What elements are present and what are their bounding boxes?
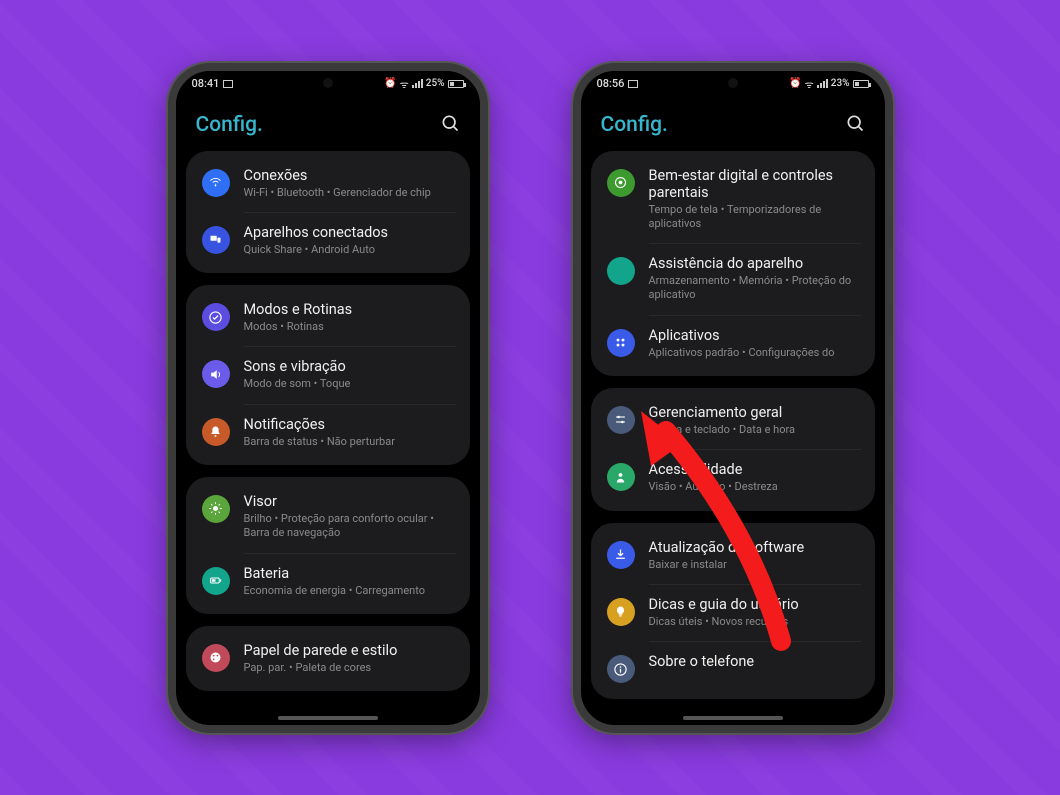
settings-item-subtitle: Idioma e teclado • Data e hora — [649, 423, 859, 437]
settings-item-title: Sobre o telefone — [649, 653, 859, 670]
settings-item-atualizacao[interactable]: Atualização de software Baixar e instalar — [591, 527, 875, 584]
settings-item-bateria[interactable]: Bateria Economia de energia • Carregament… — [186, 553, 470, 610]
settings-item-subtitle: Baixar e instalar — [649, 558, 859, 572]
settings-item-acessibilidade[interactable]: Acessibilidade Visão • Audição • Destreza — [591, 449, 875, 506]
settings-item-subtitle: Modos • Rotinas — [244, 320, 454, 334]
check-icon — [202, 303, 230, 331]
camera-hole — [728, 78, 738, 88]
devices-icon — [202, 226, 230, 254]
screenshot-icon — [223, 80, 233, 88]
settings-group: Atualização de software Baixar e instalar… — [591, 523, 875, 700]
settings-item-papel-parede[interactable]: Papel de parede e estilo Pap. par. • Pale… — [186, 630, 470, 687]
settings-group: Conexões Wi-Fi • Bluetooth • Gerenciador … — [186, 151, 470, 274]
download-icon — [607, 541, 635, 569]
settings-item-subtitle: Tempo de tela • Temporizadores de aplica… — [649, 203, 859, 232]
status-time: 08:41 — [192, 77, 220, 90]
settings-item-subtitle: Quick Share • Android Auto — [244, 243, 454, 257]
settings-group: Papel de parede e estilo Pap. par. • Pale… — [186, 626, 470, 691]
settings-header: Config. — [176, 95, 480, 151]
settings-item-subtitle: Armazenamento • Memória • Proteção do ap… — [649, 274, 859, 303]
page-title: Config. — [196, 113, 263, 137]
camera-hole — [323, 78, 333, 88]
battery-icon — [202, 567, 230, 595]
bell-icon — [202, 418, 230, 446]
apps-icon — [607, 329, 635, 357]
info-icon — [607, 655, 635, 683]
settings-item-visor[interactable]: Visor Brilho • Proteção para conforto ocu… — [186, 481, 470, 553]
settings-item-subtitle: Brilho • Proteção para conforto ocular •… — [244, 512, 454, 541]
settings-item-modos-rotinas[interactable]: Modos e Rotinas Modos • Rotinas — [186, 289, 470, 346]
settings-item-title: Modos e Rotinas — [244, 301, 454, 318]
phone-right: 08:56 ⏰ ᯤ 23% Config. Bem-estar digital … — [573, 63, 893, 733]
battery-pct: 25% — [426, 78, 445, 89]
settings-list[interactable]: Bem-estar digital e controles parentaisT… — [581, 151, 885, 720]
settings-item-title: Aplicativos — [649, 327, 859, 344]
page-title: Config. — [601, 113, 668, 137]
settings-item-subtitle: Wi-Fi • Bluetooth • Gerenciador de chip — [244, 186, 454, 200]
settings-group: Bem-estar digital e controles parentaisT… — [591, 151, 875, 376]
settings-group: Gerenciamento geral Idioma e teclado • Da… — [591, 388, 875, 511]
battery-icon — [448, 80, 464, 88]
settings-list[interactable]: Conexões Wi-Fi • Bluetooth • Gerenciador … — [176, 151, 480, 712]
settings-item-subtitle: Visão • Audição • Destreza — [649, 480, 859, 494]
sound-icon — [202, 360, 230, 388]
settings-item-title: Visor — [244, 493, 454, 510]
settings-item-title: Assistência do aparelho — [649, 255, 859, 272]
sliders-icon — [607, 406, 635, 434]
phone-left: 08:41 ⏰ ᯤ 25% Config. Conexões Wi-Fi • Bl… — [168, 63, 488, 733]
bulb-icon — [607, 598, 635, 626]
search-button[interactable] — [845, 113, 865, 137]
settings-item-title: Aparelhos conectados — [244, 224, 454, 241]
settings-item-subtitle: Barra de status • Não perturbar — [244, 435, 454, 449]
battery-pct: 23% — [831, 78, 850, 89]
settings-item-ger-geral[interactable]: Gerenciamento geral Idioma e teclado • Da… — [591, 392, 875, 449]
status-time: 08:56 — [597, 77, 625, 90]
settings-item-title: Notificações — [244, 416, 454, 433]
gesture-bar[interactable] — [683, 716, 783, 720]
settings-item-subtitle: Dicas úteis • Novos recursos — [649, 615, 859, 629]
settings-item-bem-estar[interactable]: Bem-estar digital e controles parentaisT… — [591, 155, 875, 244]
background-pattern — [0, 0, 1060, 795]
settings-item-title: Conexões — [244, 167, 454, 184]
alarm-icon: ⏰ — [384, 78, 396, 89]
settings-group: Visor Brilho • Proteção para conforto ocu… — [186, 477, 470, 614]
signal-icon — [412, 79, 423, 88]
settings-item-subtitle: Economia de energia • Carregamento — [244, 584, 454, 598]
settings-item-title: Papel de parede e estilo — [244, 642, 454, 659]
person-icon — [607, 463, 635, 491]
settings-item-conexoes[interactable]: Conexões Wi-Fi • Bluetooth • Gerenciador … — [186, 155, 470, 212]
alarm-icon: ⏰ — [789, 78, 801, 89]
wifi-status-icon: ᯤ — [400, 77, 409, 91]
settings-item-title: Gerenciamento geral — [649, 404, 859, 421]
settings-item-subtitle: Aplicativos padrão • Configurações do — [649, 346, 859, 360]
settings-item-sobre[interactable]: Sobre o telefone — [591, 641, 875, 695]
settings-item-title: Sons e vibração — [244, 358, 454, 375]
sun-icon — [202, 495, 230, 523]
settings-header: Config. — [581, 95, 885, 151]
settings-item-subtitle: Modo de som • Toque — [244, 377, 454, 391]
signal-icon — [817, 79, 828, 88]
settings-item-title: Bateria — [244, 565, 454, 582]
settings-item-assistencia[interactable]: Assistência do aparelho Armazenamento • M… — [591, 243, 875, 315]
wifi-icon — [202, 169, 230, 197]
care-icon — [607, 257, 635, 285]
settings-item-title: Atualização de software — [649, 539, 859, 556]
battery-icon — [853, 80, 869, 88]
settings-item-subtitle: Pap. par. • Paleta de cores — [244, 661, 454, 675]
settings-item-title: Acessibilidade — [649, 461, 859, 478]
settings-item-title: Bem-estar digital e controles parentais — [649, 167, 859, 201]
settings-item-aparelhos-conectados[interactable]: Aparelhos conectados Quick Share • Androi… — [186, 212, 470, 269]
gesture-bar[interactable] — [278, 716, 378, 720]
palette-icon — [202, 644, 230, 672]
wellbeing-icon — [607, 169, 635, 197]
settings-group: Modos e Rotinas Modos • Rotinas Sons e vib… — [186, 285, 470, 465]
settings-item-aplicativos[interactable]: Aplicativos Aplicativos padrão • Configur… — [591, 315, 875, 372]
wifi-status-icon: ᯤ — [805, 77, 814, 91]
settings-item-title: Dicas e guia do usuário — [649, 596, 859, 613]
settings-item-notificacoes[interactable]: Notificações Barra de status • Não pertur… — [186, 404, 470, 461]
search-button[interactable] — [440, 113, 460, 137]
screenshot-icon — [628, 80, 638, 88]
settings-item-dicas[interactable]: Dicas e guia do usuário Dicas úteis • Nov… — [591, 584, 875, 641]
settings-item-sons[interactable]: Sons e vibração Modo de som • Toque — [186, 346, 470, 403]
